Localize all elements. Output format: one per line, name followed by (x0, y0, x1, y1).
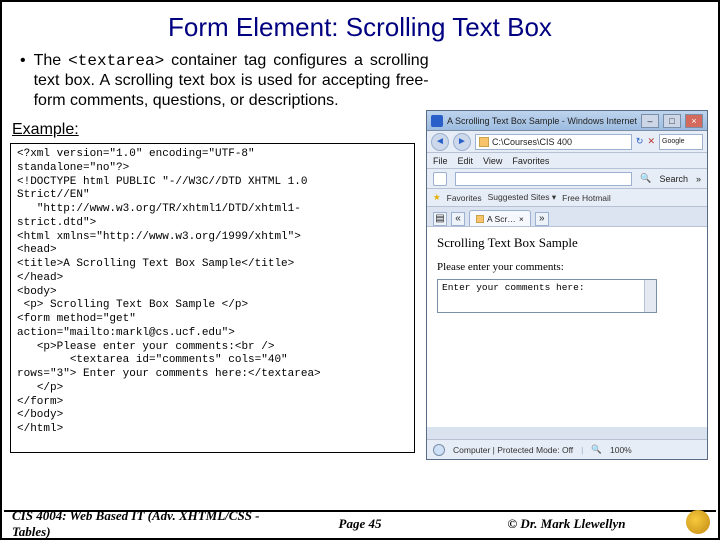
bullet-marker: • (20, 51, 26, 111)
tab-bar: ▤ « A Scr… × » (427, 207, 707, 227)
refresh-icon[interactable]: ↻ (636, 136, 644, 147)
status-bar: Computer | Protected Mode: Off | 🔍 100% (427, 439, 707, 459)
free-hotmail-link[interactable]: Free Hotmail (562, 193, 611, 203)
close-button[interactable]: × (685, 114, 703, 128)
suggested-sites-link[interactable]: Suggested Sites ▾ (488, 192, 557, 203)
page-content: Scrolling Text Box Sample Please enter y… (427, 227, 707, 427)
tab-list-button[interactable]: ▤ (433, 212, 447, 226)
page-favicon-icon (476, 215, 484, 223)
menu-favorites[interactable]: Favorites (512, 156, 549, 166)
address-bar[interactable]: C:\Courses\CIS 400 (475, 134, 632, 150)
star-icon[interactable]: ★ (433, 192, 441, 203)
chevron-right-icon[interactable]: » (696, 174, 701, 184)
tab-next-button[interactable]: » (535, 212, 549, 226)
menu-bar: File Edit View Favorites (427, 153, 707, 169)
folder-icon (479, 137, 489, 147)
tab-active[interactable]: A Scr… × (469, 210, 531, 226)
back-button[interactable]: ◄ (431, 133, 449, 151)
nav-toolbar: ◄ ► C:\Courses\CIS 400 ↻ ✕ Google (427, 131, 707, 153)
google-toolbar: 🔍 Search » (427, 169, 707, 189)
menu-file[interactable]: File (433, 156, 448, 166)
comments-textarea[interactable]: Enter your comments here: (437, 279, 657, 313)
address-text: C:\Courses\CIS 400 (492, 137, 572, 147)
search-label: Search (659, 174, 688, 184)
favorites-label[interactable]: Favorites (447, 193, 482, 203)
code-sample: <?xml version="1.0" encoding="UTF-8" sta… (10, 143, 415, 453)
maximize-button[interactable]: □ (663, 114, 681, 128)
footer-page: Page 45 (295, 516, 425, 532)
menu-view[interactable]: View (483, 156, 502, 166)
google-icon[interactable] (433, 172, 447, 186)
menu-edit[interactable]: Edit (458, 156, 474, 166)
slide-container: Form Element: Scrolling Text Box • The <… (0, 0, 720, 540)
stop-icon[interactable]: ✕ (647, 136, 655, 147)
footer-author: © Dr. Mark Llewellyn (425, 516, 708, 532)
google-search-input[interactable] (455, 172, 632, 186)
google-label: Google (662, 138, 685, 145)
separator: | (581, 445, 583, 455)
tab-label: A Scr… (487, 214, 516, 224)
favorites-bar: ★ Favorites Suggested Sites ▾ Free Hotma… (427, 189, 707, 207)
scrollbar[interactable] (644, 280, 656, 312)
page-heading: Scrolling Text Box Sample (437, 235, 697, 251)
tab-close-icon[interactable]: × (519, 214, 524, 224)
slide-footer: CIS 4004: Web Based IT (Adv. XHTML/CSS -… (4, 510, 716, 536)
arrow-right-icon: ► (457, 136, 467, 147)
tab-prev-button[interactable]: « (451, 212, 465, 226)
zoom-level[interactable]: 100% (610, 445, 632, 455)
textarea-value: Enter your comments here: (442, 282, 585, 293)
forward-button[interactable]: ► (453, 133, 471, 151)
status-mode: Computer | Protected Mode: Off (453, 445, 573, 455)
search-icon[interactable]: 🔍 (640, 173, 651, 184)
bullet-row: • The <textarea> container tag configure… (2, 51, 718, 111)
ucf-logo-icon (686, 510, 710, 534)
browser-screenshot: A Scrolling Text Box Sample - Windows In… (426, 110, 708, 460)
bullet-pre: The (34, 52, 69, 69)
globe-icon (433, 444, 445, 456)
minimize-button[interactable]: – (641, 114, 659, 128)
arrow-left-icon: ◄ (435, 136, 445, 147)
bullet-text: The <textarea> container tag configures … (34, 51, 429, 111)
window-title: A Scrolling Text Box Sample - Windows In… (447, 116, 637, 126)
textarea-tag-literal: <textarea> (68, 52, 164, 70)
search-provider-box[interactable]: Google (659, 134, 703, 150)
footer-course: CIS 4004: Web Based IT (Adv. XHTML/CSS -… (12, 508, 295, 540)
page-prompt: Please enter your comments: (437, 261, 697, 273)
ie-favicon-icon (431, 115, 443, 127)
window-titlebar: A Scrolling Text Box Sample - Windows In… (427, 111, 707, 131)
zoom-icon[interactable]: 🔍 (591, 444, 602, 455)
slide-title: Form Element: Scrolling Text Box (2, 12, 718, 43)
